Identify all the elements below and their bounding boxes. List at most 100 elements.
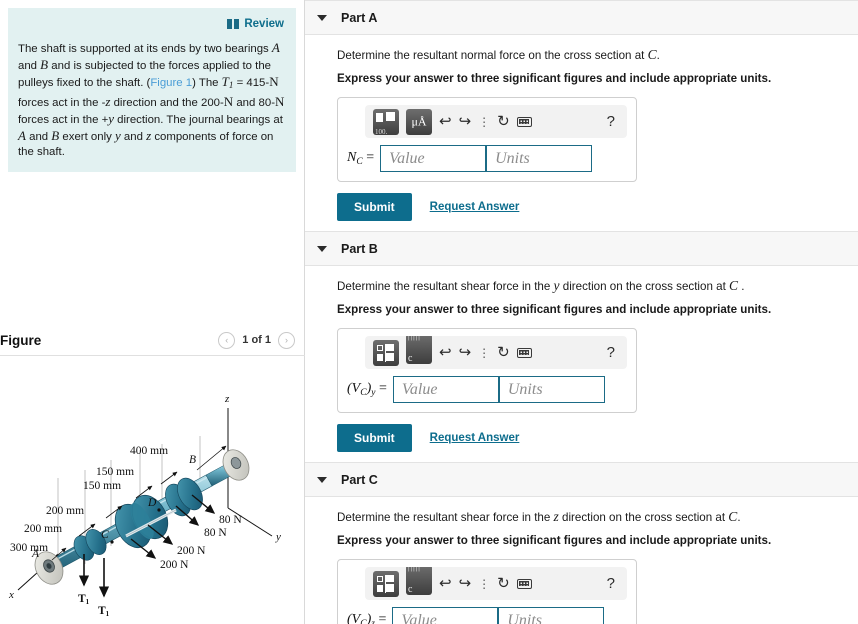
- part-a-request-answer-link[interactable]: Request Answer: [430, 201, 520, 213]
- math-template-blocks-icon[interactable]: [373, 570, 399, 597]
- review-button[interactable]: Review: [227, 18, 284, 30]
- book-icon: [227, 19, 240, 29]
- part-a-action-row: Submit Request Answer: [337, 193, 858, 221]
- problem-statement-box: Review The shaft is supported at its end…: [8, 8, 296, 173]
- dim-150mm-a: 150 mm: [83, 480, 121, 492]
- figure-1-link[interactable]: Figure 1: [150, 77, 192, 89]
- problem-seg: and: [18, 60, 41, 73]
- prev-figure-button[interactable]: ‹: [218, 331, 236, 349]
- redo-arrow-icon[interactable]: ↪: [459, 345, 472, 360]
- tension-label-2: T1: [98, 605, 110, 618]
- keyboard-icon[interactable]: [516, 347, 532, 358]
- micro-angstrom-units-icon[interactable]: μÅ: [406, 108, 432, 135]
- page-root: Review The shaft is supported at its end…: [0, 0, 858, 624]
- var-A: A: [18, 128, 26, 144]
- chevron-down-icon[interactable]: [317, 245, 327, 252]
- part-a-units-input[interactable]: Units: [486, 145, 593, 172]
- reset-circular-arrow-icon[interactable]: ↻: [497, 576, 510, 591]
- ruler-template-icon[interactable]: ||||| c: [406, 567, 432, 595]
- problem-text: The shaft is supported at its ends by tw…: [18, 40, 286, 160]
- template-small-icon[interactable]: ⋮: [478, 116, 490, 128]
- shaft-diagram-svg: z y x A B C D 300 mm 200 mm 200 mm 150 m…: [8, 393, 281, 618]
- left-panel: Review The shaft is supported at its end…: [0, 0, 305, 624]
- next-figure-button[interactable]: ›: [278, 331, 295, 349]
- template-small-icon[interactable]: ⋮: [478, 347, 490, 359]
- part-c-instruction: Express your answer to three significant…: [337, 534, 772, 547]
- undo-arrow-icon[interactable]: ↩: [439, 114, 452, 129]
- part-a-toolbar: 100. μÅ ↩ ↪ ⋮ ↻ ?: [365, 105, 627, 138]
- var-T: T: [221, 74, 229, 90]
- part-c-header[interactable]: Part C: [305, 462, 858, 497]
- force-label-200n-a: 200 N: [177, 545, 206, 557]
- dim-200mm-a: 200 mm: [24, 523, 62, 535]
- review-label: Review: [244, 18, 284, 30]
- problem-seg: ) The: [192, 77, 222, 90]
- var-A: A: [271, 40, 280, 55]
- part-a-header[interactable]: Part A: [305, 0, 858, 35]
- force-label-80n-b: 80 N: [204, 527, 227, 539]
- problem-seg: and: [25, 131, 52, 144]
- part-a-instruction: Express your answer to three significant…: [337, 72, 772, 85]
- math-template-icon[interactable]: 100.: [373, 108, 399, 136]
- part-a-body: Determine the resultant normal force on …: [305, 35, 858, 231]
- part-b-instruction: Express your answer to three significant…: [337, 303, 772, 316]
- axis-label-y: y: [275, 531, 281, 543]
- part-a-answer-box: 100. μÅ ↩ ↪ ⋮ ↻ ? NC = Value Units: [337, 97, 637, 182]
- figure-pager: ‹ 1 of 1 ›: [218, 331, 295, 349]
- force-label-80n-a: 80 N: [219, 514, 242, 526]
- template-small-icon[interactable]: ⋮: [478, 578, 490, 590]
- parts-container: Part A Determine the resultant normal fo…: [305, 0, 858, 624]
- reset-circular-arrow-icon[interactable]: ↻: [497, 345, 510, 360]
- part-b-header[interactable]: Part B: [305, 231, 858, 266]
- figure-image: z y x A B C D 300 mm 200 mm 200 mm 150 m…: [0, 358, 305, 624]
- ruler-template-icon[interactable]: ||||| c: [406, 336, 432, 364]
- help-question-icon[interactable]: ?: [607, 576, 619, 591]
- part-a-submit-button[interactable]: Submit: [337, 193, 412, 221]
- problem-seg: and: [120, 131, 147, 144]
- part-c-units-input[interactable]: Units: [498, 607, 605, 624]
- part-b-body: Determine the resultant shear force in t…: [305, 266, 858, 462]
- point-label-B: B: [189, 454, 196, 466]
- problem-seg: forces act in the +: [18, 113, 109, 126]
- part-c-variable-label: (VC)z =: [347, 612, 387, 624]
- dim-300mm: 300 mm: [10, 542, 48, 554]
- part-c-body: Determine the resultant shear force in t…: [305, 497, 858, 624]
- dim-150mm-b: 150 mm: [96, 466, 134, 478]
- part-a-title: Part A: [341, 10, 378, 25]
- section-part-c: Part C Determine the resultant shear for…: [305, 462, 858, 624]
- part-b-toolbar: ||||| c ↩ ↪ ⋮ ↻ ?: [365, 336, 627, 369]
- redo-arrow-icon[interactable]: ↪: [459, 576, 472, 591]
- help-question-icon[interactable]: ?: [607, 345, 619, 360]
- chevron-down-icon[interactable]: [317, 476, 327, 483]
- math-template-blocks-icon[interactable]: [373, 339, 399, 366]
- figure-panel-title: Figure: [0, 332, 42, 348]
- part-c-answer-box: ||||| c ↩ ↪ ⋮ ↻ ? (VC)z = Value Units: [337, 559, 637, 624]
- var-B: B: [40, 57, 49, 73]
- part-a-value-input[interactable]: Value: [380, 145, 487, 172]
- keyboard-icon[interactable]: [516, 578, 532, 589]
- problem-seg: and 80-: [233, 96, 275, 109]
- axis-label-x: x: [8, 589, 14, 601]
- figure-header: Figure ‹ 1 of 1 ›: [0, 326, 305, 354]
- part-c-title: Part C: [341, 472, 378, 487]
- part-c-question: Determine the resultant shear force in t…: [337, 509, 741, 524]
- reset-circular-arrow-icon[interactable]: ↻: [497, 114, 510, 129]
- undo-arrow-icon[interactable]: ↩: [439, 576, 452, 591]
- unit-N: N: [223, 93, 234, 109]
- part-b-request-answer-link[interactable]: Request Answer: [430, 432, 520, 444]
- keyboard-icon[interactable]: [516, 116, 532, 127]
- unit-N: N: [269, 74, 279, 90]
- undo-arrow-icon[interactable]: ↩: [439, 345, 452, 360]
- part-c-value-input[interactable]: Value: [392, 607, 499, 624]
- part-b-title: Part B: [341, 241, 378, 256]
- help-question-icon[interactable]: ?: [607, 114, 619, 129]
- part-b-question: Determine the resultant shear force in t…: [337, 278, 745, 293]
- figure-page-label: 1 of 1: [242, 334, 271, 346]
- part-b-answer-box: ||||| c ↩ ↪ ⋮ ↻ ? (VC)y = Value Units: [337, 328, 637, 413]
- chevron-down-icon[interactable]: [317, 14, 327, 21]
- redo-arrow-icon[interactable]: ↪: [459, 114, 472, 129]
- part-b-variable-label: (VC)y =: [347, 381, 387, 398]
- part-b-submit-button[interactable]: Submit: [337, 424, 412, 452]
- part-b-value-input[interactable]: Value: [392, 376, 499, 403]
- part-b-units-input[interactable]: Units: [498, 376, 605, 403]
